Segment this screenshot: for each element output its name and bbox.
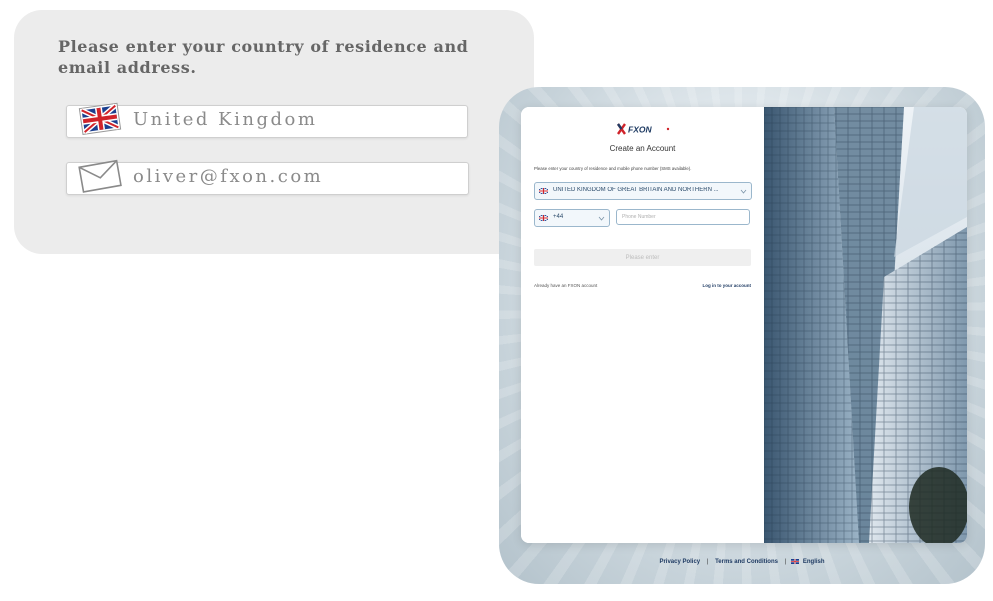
uk-flag-icon xyxy=(790,559,799,564)
logo-text: FXON xyxy=(628,125,652,135)
login-link[interactable]: Log in to your account xyxy=(703,283,752,288)
envelope-icon xyxy=(78,159,122,193)
chevron-down-icon xyxy=(598,216,605,221)
have-account-text: Already have an FXON account xyxy=(534,283,598,288)
footer: Privacy Policy | Terms and Conditions | … xyxy=(659,559,825,566)
email-field-value: oliver@fxon.com xyxy=(133,166,324,187)
country-field[interactable]: United Kingdom xyxy=(66,102,468,138)
dial-code-select[interactable]: +44 xyxy=(534,209,610,227)
uk-flag-icon xyxy=(539,188,548,194)
chevron-down-icon xyxy=(740,189,747,194)
uk-flag-icon xyxy=(78,102,122,135)
buildings-photo xyxy=(764,107,967,543)
phone-number-input[interactable] xyxy=(616,209,750,225)
fxon-logo: FXON xyxy=(617,123,670,135)
country-field-value: United Kingdom xyxy=(133,109,318,130)
form-column: FXON Create an Account Please enter your… xyxy=(521,107,764,543)
create-account-modal: FXON Create an Account Please enter your… xyxy=(521,107,967,543)
country-select[interactable]: UNITED KINGDOM OF GREAT BRITAIN AND NORT… xyxy=(534,182,752,200)
dial-code-value: +44 xyxy=(553,214,564,220)
submit-button[interactable]: Please enter xyxy=(534,249,751,266)
email-field[interactable]: oliver@fxon.com xyxy=(66,159,469,195)
instruction-callout: Please enter your country of residence a… xyxy=(14,10,534,254)
privacy-policy-link[interactable]: Privacy Policy xyxy=(659,559,700,565)
instruction-text: Please enter your country of residence a… xyxy=(58,37,469,77)
skyscraper-image xyxy=(764,107,967,543)
signup-screenshot-frame: FXON Create an Account Please enter your… xyxy=(499,87,985,584)
page-title: Create an Account xyxy=(609,144,676,153)
terms-link[interactable]: Terms and Conditions xyxy=(715,559,778,565)
instruction-note: Please enter your country of residence a… xyxy=(534,166,692,171)
country-select-value: UNITED KINGDOM OF GREAT BRITAIN AND NORT… xyxy=(553,187,719,193)
uk-flag-icon xyxy=(539,215,548,221)
language-selector[interactable]: English xyxy=(803,559,825,565)
